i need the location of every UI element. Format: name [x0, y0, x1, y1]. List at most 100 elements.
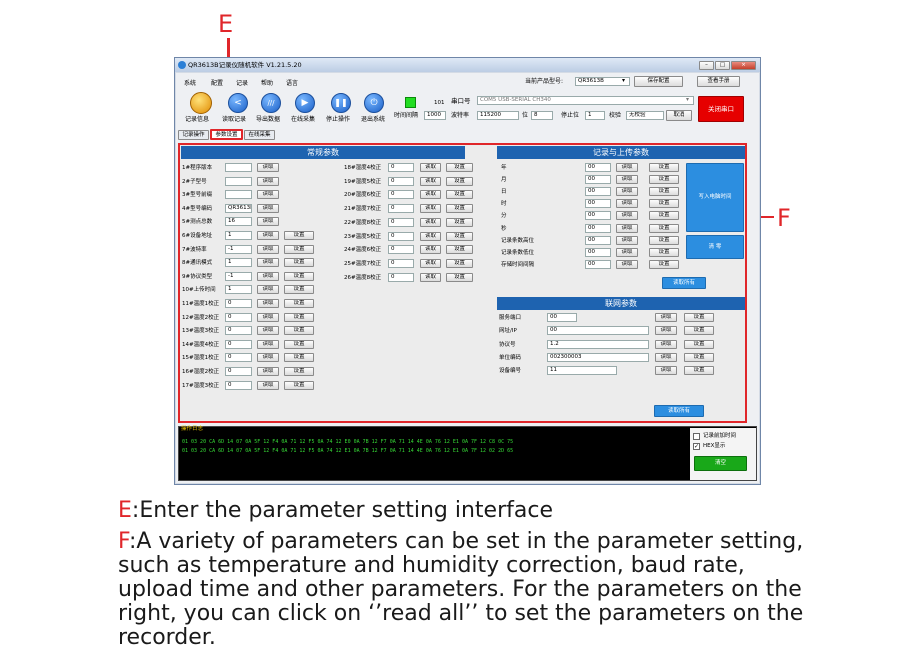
menu-help[interactable]: 帮助	[261, 78, 273, 87]
exit-system-icon[interactable]: ⏻	[364, 93, 384, 113]
param-read-button[interactable]: 读取	[420, 217, 441, 227]
port-select[interactable]: COM5 USB-SERIAL CH340	[477, 96, 694, 105]
stop-operation-icon[interactable]: ❚❚	[331, 93, 351, 113]
cancel-button[interactable]: 取消	[666, 110, 692, 121]
param-value-input[interactable]	[225, 176, 252, 186]
clear-count-button[interactable]: 清 零	[686, 235, 744, 259]
param-set-button[interactable]: 设置	[284, 271, 314, 281]
param-read-button[interactable]: 读取	[257, 244, 279, 254]
param-value-input[interactable]: 0	[225, 326, 252, 336]
param-value-input[interactable]: 0	[388, 217, 414, 227]
network-param-read-button[interactable]: 读取	[655, 366, 677, 376]
param-read-button[interactable]: 读取	[257, 190, 279, 200]
param-read-button[interactable]: 读取	[257, 217, 279, 227]
maximize-button[interactable]: □	[715, 61, 730, 70]
param-set-button[interactable]: 设置	[284, 285, 314, 295]
network-param-set-button[interactable]: 设置	[684, 313, 714, 322]
menu-config[interactable]: 配置	[211, 78, 223, 87]
param-read-button[interactable]: 读取	[420, 190, 441, 200]
param-read-button[interactable]: 读取	[420, 245, 441, 255]
close-port-button[interactable]: 关闭串口	[698, 96, 744, 122]
save-config-button[interactable]: 保存配置	[634, 76, 683, 87]
param-value-input[interactable]: 1	[225, 258, 252, 268]
view-manual-button[interactable]: 查看手册	[697, 76, 740, 87]
param-value-input[interactable]: 0	[388, 190, 414, 200]
record-param-set-button[interactable]: 设置	[649, 187, 679, 197]
param-read-button[interactable]: 读取	[420, 272, 441, 282]
param-read-button[interactable]: 读取	[420, 258, 441, 268]
export-data-button-label[interactable]: 导出数据	[256, 114, 280, 123]
menu-record[interactable]: 记录	[236, 78, 248, 87]
network-param-set-button[interactable]: 设置	[684, 352, 714, 362]
record-param-set-button[interactable]: 设置	[649, 259, 679, 269]
param-value-input[interactable]: 0	[388, 272, 414, 282]
param-set-button[interactable]: 设置	[284, 367, 314, 376]
record-read-all-button[interactable]: 读取所有	[662, 277, 706, 289]
param-value-input[interactable]: 1	[225, 285, 252, 295]
network-param-input[interactable]: 00	[547, 326, 649, 336]
param-value-input[interactable]: 1	[225, 231, 252, 240]
param-set-button[interactable]: 设置	[284, 353, 314, 363]
param-set-button[interactable]: 设置	[446, 258, 473, 268]
param-read-button[interactable]: 读取	[257, 380, 279, 390]
network-param-read-button[interactable]: 读取	[655, 339, 677, 349]
record-param-input[interactable]: 00	[585, 223, 611, 233]
param-read-button[interactable]: 读取	[257, 163, 279, 172]
param-set-button[interactable]: 设置	[284, 258, 314, 268]
record-param-read-button[interactable]: 读取	[616, 187, 638, 197]
stop-bits-select[interactable]: 1	[585, 111, 605, 120]
exit-system-button-label[interactable]: 退出系统	[361, 114, 385, 123]
online-collect-icon[interactable]: ▶	[295, 93, 315, 113]
param-set-button[interactable]: 设置	[284, 380, 314, 390]
record-param-input[interactable]: 00	[585, 235, 611, 245]
param-set-button[interactable]: 设置	[446, 176, 473, 186]
tab-record-operation[interactable]: 记录操作	[178, 130, 209, 140]
record-param-input[interactable]: 00	[585, 175, 611, 185]
network-param-read-button[interactable]: 读取	[655, 326, 677, 336]
parity-select[interactable]: 无校验	[626, 111, 664, 120]
param-read-button[interactable]: 读取	[420, 163, 441, 172]
param-read-button[interactable]: 读取	[257, 285, 279, 295]
param-read-button[interactable]: 读取	[257, 326, 279, 336]
network-param-input[interactable]: 00	[547, 313, 577, 322]
record-param-set-button[interactable]: 设置	[649, 235, 679, 245]
record-param-read-button[interactable]: 读取	[616, 199, 638, 209]
record-param-set-button[interactable]: 设置	[649, 175, 679, 185]
record-param-read-button[interactable]: 读取	[616, 223, 638, 233]
param-value-input[interactable]: 0	[388, 176, 414, 186]
record-param-set-button[interactable]: 设置	[649, 247, 679, 257]
record-param-read-button[interactable]: 读取	[616, 175, 638, 185]
network-param-set-button[interactable]: 设置	[684, 366, 714, 376]
record-param-set-button[interactable]: 设置	[649, 211, 679, 221]
read-record-button-label[interactable]: 读取记录	[222, 114, 246, 123]
network-param-read-button[interactable]: 读取	[655, 352, 677, 362]
bits-select[interactable]: 8	[531, 111, 553, 120]
network-param-read-button[interactable]: 读取	[655, 313, 677, 322]
network-param-set-button[interactable]: 设置	[684, 326, 714, 336]
param-value-input[interactable]: -1	[225, 244, 252, 254]
param-value-input[interactable]: 0	[225, 353, 252, 363]
param-read-button[interactable]: 读取	[257, 203, 279, 213]
menu-language[interactable]: 语言	[286, 78, 298, 87]
record-param-input[interactable]: 00	[585, 211, 611, 221]
record-param-input[interactable]: 00	[585, 187, 611, 197]
param-set-button[interactable]: 设置	[446, 231, 473, 241]
param-read-button[interactable]: 读取	[257, 231, 279, 240]
param-set-button[interactable]: 设置	[284, 339, 314, 349]
param-set-button[interactable]: 设置	[284, 312, 314, 322]
param-value-input[interactable]: 0	[388, 245, 414, 255]
close-window-button[interactable]: ×	[731, 61, 756, 70]
param-read-button[interactable]: 读取	[257, 339, 279, 349]
param-read-button[interactable]: 读取	[420, 231, 441, 241]
record-param-input[interactable]: 00	[585, 247, 611, 257]
network-param-input[interactable]: 002300003	[547, 352, 649, 362]
write-pc-time-button[interactable]: 写入电脑时间	[686, 163, 744, 232]
tab-parameter-settings[interactable]: 参数设置	[210, 129, 243, 140]
param-set-button[interactable]: 设置	[284, 299, 314, 308]
param-value-input[interactable]: 0	[388, 231, 414, 241]
param-value-input[interactable]: 0	[225, 367, 252, 376]
param-set-button[interactable]: 设置	[446, 190, 473, 200]
network-param-input[interactable]: 11	[547, 366, 617, 376]
export-data-icon[interactable]: ///	[261, 93, 281, 113]
param-set-button[interactable]: 设置	[284, 244, 314, 254]
